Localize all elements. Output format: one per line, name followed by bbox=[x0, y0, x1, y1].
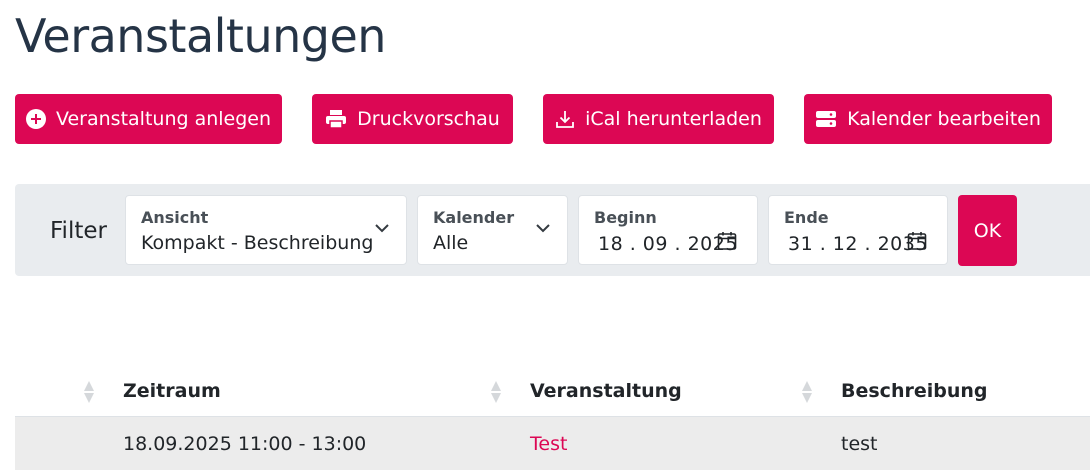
event-link[interactable]: Test bbox=[530, 433, 567, 455]
page-title: Veranstaltungen bbox=[15, 9, 386, 63]
column-header-beschreibung[interactable]: Beschreibung bbox=[841, 380, 988, 402]
edit-calendar-label: Kalender bearbeiten bbox=[847, 108, 1041, 130]
calendar-icon[interactable] bbox=[717, 231, 737, 251]
add-event-button[interactable]: Veranstaltung anlegen bbox=[15, 94, 282, 144]
cell-zeitraum: 18.09.2025 11:00 - 13:00 bbox=[123, 433, 367, 455]
ical-download-button[interactable]: iCal herunterladen bbox=[543, 94, 774, 144]
ical-download-label: iCal herunterladen bbox=[585, 108, 762, 130]
column-header-zeitraum[interactable]: Zeitraum bbox=[123, 380, 221, 402]
chevron-down-icon bbox=[375, 224, 389, 233]
table-row: 18.09.2025 11:00 - 13:00 Test test bbox=[15, 417, 1090, 470]
table-header: Zeitraum Veranstaltung Beschreibung bbox=[15, 366, 1090, 417]
start-date-field[interactable]: Beginn 18 . 09 . 2025 bbox=[578, 195, 758, 265]
plus-circle-icon bbox=[25, 109, 46, 129]
print-preview-button[interactable]: Druckvorschau bbox=[312, 94, 513, 144]
cell-beschreibung: test bbox=[841, 433, 878, 455]
view-select[interactable]: Ansicht Kompakt - Beschreibung bbox=[125, 195, 407, 265]
ok-button[interactable]: OK bbox=[958, 195, 1017, 266]
end-date-label: Ende bbox=[784, 208, 829, 227]
end-date-field[interactable]: Ende 31 . 12 . 2035 bbox=[768, 195, 948, 265]
calendar-select[interactable]: Kalender Alle bbox=[417, 195, 568, 265]
sort-icon[interactable] bbox=[83, 380, 95, 404]
calendar-select-value: Alle bbox=[433, 232, 469, 254]
filter-label: Filter bbox=[50, 218, 107, 244]
edit-calendar-button[interactable]: Kalender bearbeiten bbox=[804, 94, 1052, 144]
view-select-label: Ansicht bbox=[141, 208, 209, 227]
filter-bar: Filter Ansicht Kompakt - Beschreibung Ka… bbox=[15, 184, 1090, 276]
start-date-label: Beginn bbox=[594, 208, 657, 227]
add-event-label: Veranstaltung anlegen bbox=[55, 108, 272, 130]
calendar-icon[interactable] bbox=[907, 231, 927, 251]
events-table: Zeitraum Veranstaltung Beschreibung 18.0… bbox=[15, 366, 1090, 470]
view-select-value: Kompakt - Beschreibung bbox=[141, 232, 374, 254]
calendar-select-label: Kalender bbox=[433, 208, 515, 227]
chevron-down-icon bbox=[536, 224, 550, 233]
printer-icon bbox=[326, 110, 347, 129]
download-icon bbox=[556, 111, 574, 128]
sort-icon[interactable] bbox=[801, 380, 813, 404]
column-header-veranstaltung[interactable]: Veranstaltung bbox=[530, 380, 682, 402]
sort-icon[interactable] bbox=[490, 380, 502, 404]
server-icon bbox=[816, 111, 837, 127]
print-preview-label: Druckvorschau bbox=[357, 108, 500, 130]
